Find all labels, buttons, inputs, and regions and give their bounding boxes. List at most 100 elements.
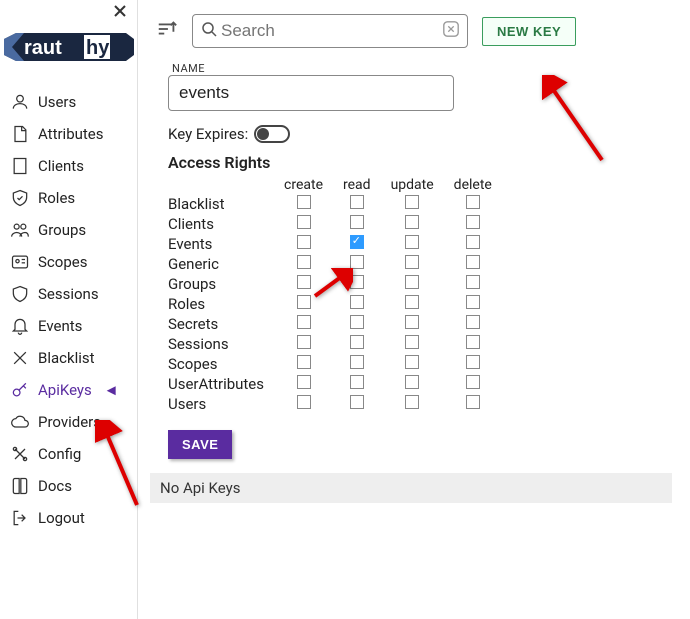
column-header-update: update xyxy=(381,176,444,194)
sidebar-item-label: Attributes xyxy=(38,125,104,143)
active-indicator-icon: ◄ xyxy=(104,381,119,399)
expires-toggle[interactable] xyxy=(254,125,290,143)
sidebar-item-roles[interactable]: Roles xyxy=(0,182,137,214)
new-key-button[interactable]: NEW KEY xyxy=(482,17,576,46)
sidebar-item-label: Logout xyxy=(38,509,85,527)
sidebar-item-scopes[interactable]: Scopes xyxy=(0,246,137,278)
perm-users-delete[interactable] xyxy=(466,395,480,409)
perm-clients-create[interactable] xyxy=(297,215,311,229)
perm-groups-update[interactable] xyxy=(405,275,419,289)
column-header-delete: delete xyxy=(444,176,502,194)
svg-text:hy: hy xyxy=(86,37,110,59)
rights-row: Events xyxy=(168,234,502,254)
nav: Users Attributes ClientsRoles Groups Scopes S… xyxy=(0,86,137,534)
sidebar-item-providers[interactable]: Providers xyxy=(0,406,137,438)
users-icon xyxy=(10,220,30,240)
perm-events-update[interactable] xyxy=(405,235,419,249)
perm-sessions-delete[interactable] xyxy=(466,335,480,349)
perm-roles-read[interactable] xyxy=(350,295,364,309)
key-icon xyxy=(10,380,30,400)
search-input[interactable] xyxy=(221,21,442,41)
file-icon xyxy=(10,124,30,144)
sidebar-item-attributes[interactable]: Attributes xyxy=(0,118,137,150)
tools-icon xyxy=(10,444,30,464)
perm-groups-create[interactable] xyxy=(297,275,311,289)
perm-secrets-delete[interactable] xyxy=(466,315,480,329)
perm-userattributes-create[interactable] xyxy=(297,375,311,389)
column-header-create: create xyxy=(274,176,333,194)
sidebar-item-groups[interactable]: Groups xyxy=(0,214,137,246)
perm-generic-create[interactable] xyxy=(297,255,311,269)
perm-userattributes-read[interactable] xyxy=(350,375,364,389)
save-button[interactable]: SAVE xyxy=(168,430,232,459)
rights-row: Blacklist xyxy=(168,194,502,214)
perm-generic-delete[interactable] xyxy=(466,255,480,269)
perm-generic-read[interactable] xyxy=(350,255,364,269)
perm-clients-update[interactable] xyxy=(405,215,419,229)
perm-sessions-update[interactable] xyxy=(405,335,419,349)
name-label: NAME xyxy=(168,62,672,75)
sidebar-item-label: ApiKeys xyxy=(38,381,92,399)
perm-scopes-delete[interactable] xyxy=(466,355,480,369)
perm-secrets-read[interactable] xyxy=(350,315,364,329)
bell-icon xyxy=(10,316,30,336)
sidebar-item-users[interactable]: Users xyxy=(0,86,137,118)
perm-scopes-read[interactable] xyxy=(350,355,364,369)
rights-row-name: Generic xyxy=(168,254,274,274)
rights-row: Clients xyxy=(168,214,502,234)
shield-check-icon xyxy=(10,188,30,208)
search-icon xyxy=(201,21,221,41)
search-field[interactable] xyxy=(192,14,468,48)
perm-users-create[interactable] xyxy=(297,395,311,409)
cloud-icon xyxy=(10,412,30,432)
sidebar-item-events[interactable]: Events xyxy=(0,310,137,342)
perm-events-read[interactable] xyxy=(350,235,364,249)
rights-row-name: Clients xyxy=(168,214,274,234)
rights-row-name: Users xyxy=(168,394,274,414)
sidebar-item-logout[interactable]: Logout xyxy=(0,502,137,534)
perm-roles-update[interactable] xyxy=(405,295,419,309)
perm-groups-delete[interactable] xyxy=(466,275,480,289)
sidebar-item-label: Groups xyxy=(38,221,86,239)
name-input[interactable] xyxy=(168,75,454,111)
rights-row-name: Sessions xyxy=(168,334,274,354)
perm-userattributes-update[interactable] xyxy=(405,375,419,389)
perm-scopes-create[interactable] xyxy=(297,355,311,369)
sidebar-item-sessions[interactable]: Sessions xyxy=(0,278,137,310)
perm-clients-read[interactable] xyxy=(350,215,364,229)
perm-blacklist-update[interactable] xyxy=(405,195,419,209)
clear-search-icon[interactable] xyxy=(442,20,460,42)
sidebar-item-config[interactable]: Config xyxy=(0,438,137,470)
perm-userattributes-delete[interactable] xyxy=(466,375,480,389)
sidebar-item-docs[interactable]: Docs xyxy=(0,470,137,502)
perm-events-delete[interactable] xyxy=(466,235,480,249)
perm-roles-create[interactable] xyxy=(297,295,311,309)
rights-row: Scopes xyxy=(168,354,502,374)
perm-blacklist-read[interactable] xyxy=(350,195,364,209)
rights-row-name: Secrets xyxy=(168,314,274,334)
perm-generic-update[interactable] xyxy=(405,255,419,269)
sidebar-item-clients[interactable]: Clients xyxy=(0,150,137,182)
perm-sessions-read[interactable] xyxy=(350,335,364,349)
sort-icon[interactable] xyxy=(156,18,178,44)
sidebar-item-apikeys[interactable]: ApiKeys ◄ xyxy=(0,374,137,406)
perm-secrets-update[interactable] xyxy=(405,315,419,329)
perm-sessions-create[interactable] xyxy=(297,335,311,349)
perm-roles-delete[interactable] xyxy=(466,295,480,309)
perm-blacklist-delete[interactable] xyxy=(466,195,480,209)
perm-clients-delete[interactable] xyxy=(466,215,480,229)
sidebar-item-blacklist[interactable]: Blacklist xyxy=(0,342,137,374)
perm-users-update[interactable] xyxy=(405,395,419,409)
sidebar-item-label: Sessions xyxy=(38,285,99,303)
perm-blacklist-create[interactable] xyxy=(297,195,311,209)
perm-events-create[interactable] xyxy=(297,235,311,249)
rights-row-name: Groups xyxy=(168,274,274,294)
sidebar-item-label: Users xyxy=(38,93,76,111)
perm-scopes-update[interactable] xyxy=(405,355,419,369)
perm-users-read[interactable] xyxy=(350,395,364,409)
perm-secrets-create[interactable] xyxy=(297,315,311,329)
rights-row-name: UserAttributes xyxy=(168,374,274,394)
perm-groups-read[interactable] xyxy=(350,275,364,289)
rights-row-name: Scopes xyxy=(168,354,274,374)
close-icon[interactable] xyxy=(113,6,127,22)
